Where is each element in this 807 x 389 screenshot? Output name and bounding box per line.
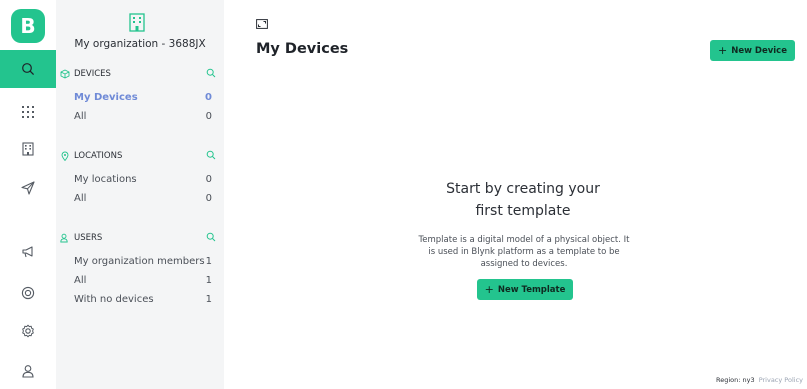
new-template-label: New Template [497,284,566,295]
lifebuoy-icon [21,286,35,300]
sidebar-item-label: My Devices [74,92,138,103]
sidebar-item-count: 0 [205,174,212,185]
sidebar-item-label: All [74,275,87,286]
blynk-logo[interactable]: B [11,9,45,43]
settings-icon [22,324,34,338]
users-section-header: USERS [60,231,216,245]
rail-search-button[interactable] [0,50,56,88]
footer: Region: ny3 Privacy Policy [716,376,803,384]
locations-section-title: LOCATIONS [74,151,123,161]
grid-icon [22,106,34,118]
devices-search-icon[interactable] [206,68,216,81]
cube-icon [60,69,70,79]
rail-announcements-button[interactable] [0,233,56,271]
send-icon [21,181,35,195]
sidebar-item-count: 1 [205,275,212,286]
empty-state-description: Template is a digital model of a physica… [404,234,644,270]
users-icon [60,233,70,243]
organization-name[interactable]: My organization - 3688JX [56,38,224,50]
icon-rail: B [0,0,56,389]
empty-state-desc-line: Template is a digital model of a physica… [418,235,630,245]
sidebar-item-all-users[interactable]: All 1 [74,275,212,291]
sidebar-item-label: With no devices [74,294,154,305]
new-device-label: New Device [731,45,787,56]
sidebar-item-count: 1 [205,256,212,267]
rail-settings-button[interactable] [0,312,56,350]
location-pin-icon [60,151,70,161]
sidebar-item-label: All [74,193,87,204]
rail-messages-button[interactable] [0,169,56,207]
sidebar-item-count: 0 [205,111,212,122]
building-icon [22,142,34,156]
empty-state-title-line: Start by creating your [446,181,600,197]
main-content: My Devices + New Device Start by creatin… [224,0,807,389]
new-device-button[interactable]: + New Device [710,40,795,61]
privacy-policy-link[interactable]: Privacy Policy [759,376,803,384]
megaphone-icon [22,246,33,258]
organization-building-icon [129,13,145,32]
search-icon [22,63,35,76]
rail-templates-button[interactable] [0,93,56,131]
users-search-icon[interactable] [206,232,216,245]
devices-section-header: DEVICES [60,67,216,81]
users-section-title: USERS [74,233,103,243]
devices-section-title: DEVICES [74,69,111,79]
user-icon [22,365,34,378]
sidebar-item-label: My organization members [74,256,205,267]
page-title: My Devices [256,41,349,57]
sidebar-item-my-locations[interactable]: My locations 0 [74,174,212,190]
plus-icon: + [484,283,494,296]
sidebar-item-all-locations[interactable]: All 0 [74,193,212,209]
sidebar: My organization - 3688JX DEVICES My Devi… [56,0,224,389]
sidebar-item-label: All [74,111,87,122]
sidebar-item-count: 0 [205,193,212,204]
empty-state-desc-line: assigned to devices. [480,259,568,269]
rail-organizations-button[interactable] [0,130,56,168]
region-text: Region: ny3 [715,376,755,384]
empty-state-title-line: first template [475,203,571,219]
app-root: B My organization - 3688JX DEVICES My De… [0,0,807,389]
empty-state-title: Start by creating your first template [364,178,682,222]
sidebar-item-organization-members[interactable]: My organization members 1 [74,256,212,272]
locations-section-header: LOCATIONS [60,149,216,163]
new-template-button[interactable]: + New Template [477,279,573,300]
sidebar-item-all-devices[interactable]: All 0 [74,111,212,127]
expand-icon[interactable] [256,19,268,29]
sidebar-item-users-no-devices[interactable]: With no devices 1 [74,294,212,310]
empty-state-desc-line: is used in Blynk platform as a template … [428,247,620,257]
plus-icon: + [718,44,728,57]
sidebar-item-count: 0 [205,92,212,103]
sidebar-item-label: My locations [74,174,137,185]
locations-search-icon[interactable] [206,150,216,163]
rail-profile-button[interactable] [0,352,56,389]
sidebar-item-my-devices[interactable]: My Devices 0 [74,92,212,108]
sidebar-item-count: 1 [205,294,212,305]
rail-help-button[interactable] [0,274,56,312]
